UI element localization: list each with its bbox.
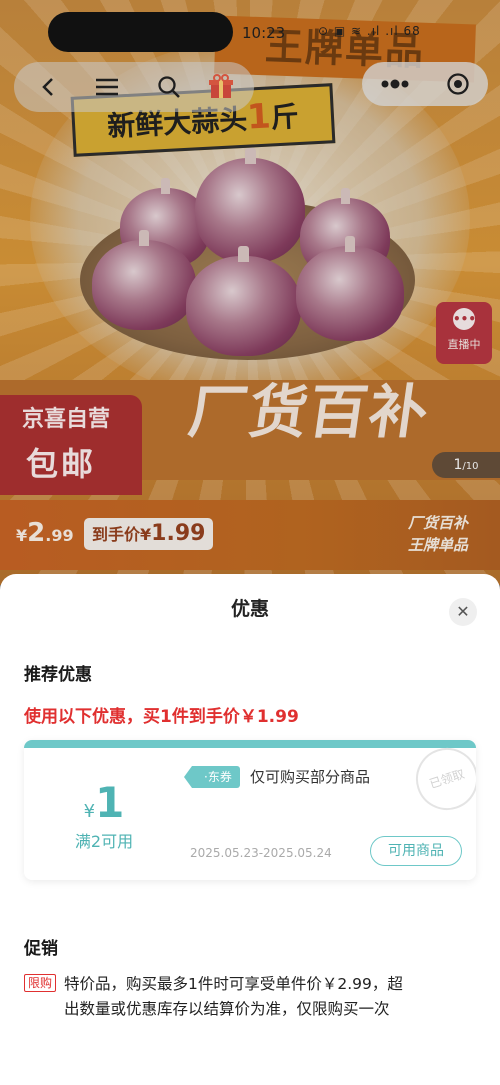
coupon-date-range: 2025.05.23-2025.05.24 [190,846,332,860]
gift-icon [209,74,233,98]
garlic-bulb [92,230,196,330]
final-price-value: 1.99 [151,521,206,546]
live-label: 直播中 [447,338,481,351]
menu-icon [96,78,118,96]
banner-title-unit: 斤 [269,100,300,135]
coupon-top-band [24,740,476,748]
promo-text-line1: 特价品，购买最多1件时可享受单件价￥2.99，超 [64,975,403,993]
final-price-badge: 到手价¥1.99 [84,518,214,550]
coupon-card[interactable]: ¥1 满2可用 ·东券 仅可购买部分商品 2025.05.23-2025.05.… [24,740,476,880]
claimed-stamp: 已领取 [407,740,476,819]
menu-button[interactable] [86,66,128,108]
miniprogram-capsule [362,62,488,106]
close-miniprogram-icon[interactable] [446,72,470,96]
jd-tag-line2: 包邮 [26,445,97,483]
price-dec: .99 [45,526,74,545]
price-int: 2 [27,518,46,548]
live-button[interactable]: ••• 直播中 [436,302,492,364]
promo-tag: 限购 [24,974,57,992]
factory-text: 厂货百补 [184,378,435,446]
price-symbol: ¥ [16,526,28,545]
jd-self-operated-tag: 京喜自营 包邮 [0,395,142,495]
promo-title: 促销 [24,939,58,959]
recommend-line: 使用以下优惠，买1件到手价￥1.99 [24,707,299,727]
more-icon[interactable] [380,79,410,89]
jd-tag-line1: 京喜自营 [22,407,111,432]
promo-item: 限购 特价品，购买最多1件时可享受单件价￥2.99，超 出数量或优惠库存以结算价为… [24,972,454,1022]
price-main: ¥2.99 [16,518,74,548]
brand-line1: 厂货百补 [408,514,469,532]
status-time: 10:23 [242,24,286,42]
status-pill [48,12,233,52]
back-button[interactable] [28,66,70,108]
coupon-description: 仅可购买部分商品 [250,768,371,786]
product-image-carousel[interactable]: 王牌单品 新鲜大蒜头1斤 厂货百补 京喜自营 包邮 ••• 直播中 1/10 ¥… [0,0,500,585]
coupon-condition: 满2可用 [74,832,134,851]
final-price-symbol: ¥ [140,525,152,544]
garlic-bulb [195,148,305,263]
garlic-bulb [186,246,301,356]
search-button[interactable] [148,66,190,108]
garlic-bulb [296,236,404,341]
search-icon [158,76,180,98]
usable-products-button[interactable]: 可用商品 [370,836,462,866]
final-price-label: 到手价 [92,525,141,544]
coupon-amount: ¥1 [24,778,184,827]
sheet-title: 优惠 [230,598,269,620]
recommend-title: 推荐优惠 [24,665,92,685]
promo-text-line2: 出数量或优惠库存以结算价为准，仅限购买一次 [64,1000,390,1018]
banner-title-number: 1 [246,96,272,138]
discount-sheet: 优惠 ✕ 推荐优惠 使用以下优惠，买1件到手价￥1.99 ¥1 满2可用 ·东券… [0,574,500,1085]
brand-slogan: 厂货百补 王牌单品 [408,512,468,556]
coupon-symbol: ¥ [83,801,96,822]
page-total: /10 [462,461,479,472]
status-icons: ⊙ ▣ ≋ .ıl .ıl 68 [318,24,421,38]
back-icon [42,78,53,96]
close-button[interactable]: ✕ [449,598,477,626]
coupon-value: 1 [95,778,125,827]
live-icon: ••• [453,308,476,330]
brand-line2: 王牌单品 [408,536,469,554]
gift-button[interactable] [200,66,242,108]
coupon-type-tag: ·东券 [184,766,240,788]
page-indicator: 1/10 [432,452,500,478]
